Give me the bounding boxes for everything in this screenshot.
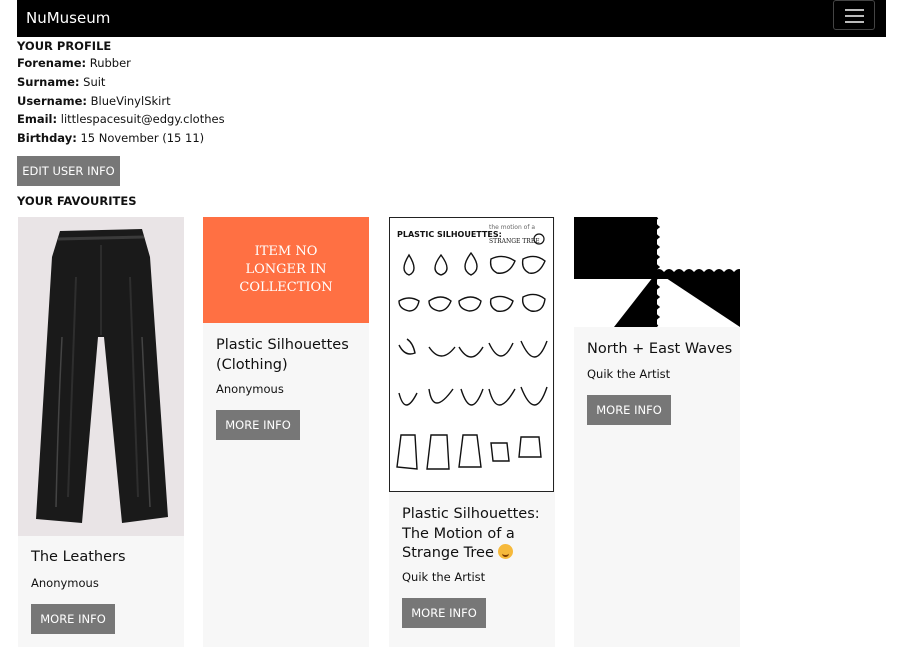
more-info-button[interactable]: MORE INFO: [31, 604, 115, 634]
field-label: Username:: [17, 93, 87, 108]
favourite-card: PLASTIC SILHOUETTES: the motion of a STR…: [389, 217, 555, 647]
profile-field-forename: Forename: Rubber: [17, 54, 225, 73]
profile-heading: YOUR PROFILE: [17, 39, 112, 53]
field-label: Forename:: [17, 56, 87, 70]
hamburger-menu-icon[interactable]: [833, 0, 875, 30]
card-title: Plastic Silhouettes (Clothing): [216, 337, 349, 373]
card-artist: Anonymous: [216, 382, 284, 396]
field-value: Suit: [83, 74, 106, 89]
card-title-text: Plastic Silhouettes: The Motion of a Str…: [402, 506, 540, 561]
field-value: Rubber: [89, 56, 131, 70]
edit-user-info-button[interactable]: EDIT USER INFO: [17, 156, 120, 186]
sheet-subheading: the motion of a: [489, 224, 535, 231]
profile-field-surname: Surname: Suit: [17, 73, 225, 92]
more-info-button[interactable]: MORE INFO: [402, 598, 486, 628]
profile-field-email: Email: littlespacesuit@edgy.clothes: [17, 110, 225, 129]
profile-section: YOUR PROFILE Forename: Rubber Surname: S…: [17, 38, 225, 148]
north-east-waves-image[interactable]: [574, 217, 740, 327]
field-value: BlueVinylSkirt: [90, 93, 171, 108]
navbar: NuMuseum: [17, 0, 886, 37]
card-artist: Quik the Artist: [587, 367, 671, 381]
field-label: Birthday:: [17, 131, 77, 146]
card-title: The Leathers: [31, 549, 126, 565]
favourite-card: The Leathers Anonymous MORE INFO: [18, 217, 184, 647]
no-longer-in-collection-image[interactable]: ITEM NO LONGER IN COLLECTION: [203, 217, 369, 323]
profile-field-birthday: Birthday: 15 November (15 11): [17, 129, 225, 148]
favourites-heading: YOUR FAVOURITES: [17, 194, 137, 208]
silhouette-sketch-image[interactable]: PLASTIC SILHOUETTES: the motion of a STR…: [389, 217, 555, 493]
card-title: Plastic Silhouettes: The Motion of a Str…: [402, 505, 548, 564]
more-info-button[interactable]: MORE INFO: [216, 410, 300, 440]
profile-field-username: Username: BlueVinylSkirt: [17, 92, 225, 111]
leather-trousers-image[interactable]: [18, 217, 184, 536]
card-artist: Quik the Artist: [402, 570, 486, 584]
field-value: littlespacesuit@edgy.clothes: [60, 112, 225, 127]
field-value: 15 November (15 11): [80, 131, 205, 146]
field-label: Surname:: [17, 74, 80, 89]
grinning-emoji-icon: [498, 544, 514, 559]
brand-link[interactable]: NuMuseum: [26, 8, 110, 28]
more-info-button[interactable]: MORE INFO: [587, 395, 671, 425]
card-artist: Anonymous: [31, 576, 99, 590]
card-title: North + East Waves: [587, 341, 733, 357]
favourite-card: ITEM NO LONGER IN COLLECTION Plastic Sil…: [203, 217, 369, 647]
sheet-subheading-2: STRANGE TREE: [489, 238, 540, 245]
sheet-heading: PLASTIC SILHOUETTES:: [397, 230, 502, 239]
field-label: Email:: [17, 112, 58, 127]
favourite-card: North + East Waves Quik the Artist MORE …: [574, 217, 740, 647]
placeholder-text: ITEM NO LONGER IN COLLECTION: [239, 244, 333, 295]
